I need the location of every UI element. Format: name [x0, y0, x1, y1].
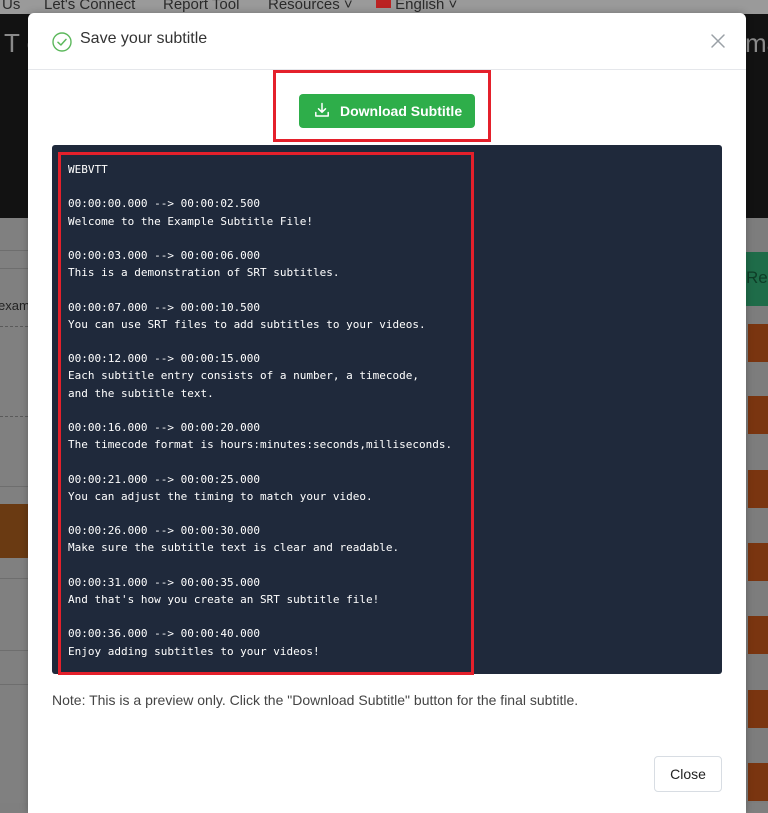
cue-timecode: 00:00:03.000 --> 00:00:06.000	[68, 248, 261, 262]
modal-header: Save your subtitle	[28, 13, 746, 70]
nav-link-lets-connect[interactable]: Let's Connect	[44, 0, 135, 13]
download-subtitle-label: Download Subtitle	[340, 103, 463, 119]
cue-timecode: 00:00:07.000 --> 00:00:10.500	[68, 300, 261, 314]
nav-link-resources[interactable]: Resources ˅	[268, 0, 353, 13]
cue-timecode: 00:00:00.000 --> 00:00:02.500	[68, 197, 261, 211]
cue-text: You can use SRT files to add subtitles t…	[68, 317, 426, 331]
vtt-header: WEBVTT	[68, 163, 108, 176]
video-thumbnail	[748, 616, 768, 654]
download-icon	[315, 102, 329, 117]
cue-timecode: 00:00:16.000 --> 00:00:20.000	[68, 420, 261, 434]
cue-timecode: 00:00:26.000 --> 00:00:30.000	[68, 524, 261, 538]
background-right-column: Re	[746, 218, 768, 803]
cue-timecode: 00:00:21.000 --> 00:00:25.000	[68, 472, 261, 486]
nav-link-us[interactable]: Us	[2, 0, 20, 13]
nav-language-selector[interactable]: English ˅	[376, 0, 457, 13]
cue-text: Enjoy adding subtitles to your videos!	[68, 644, 320, 658]
cue-spacer	[68, 402, 452, 419]
cue-spacer	[68, 453, 452, 470]
cue-spacer	[68, 333, 452, 350]
background-nav: Us Let's Connect Report Tool Resources ˅…	[0, 0, 768, 14]
cue-spacer	[68, 608, 452, 625]
video-thumbnail	[748, 690, 768, 728]
background-green-button: Re	[746, 252, 768, 306]
download-subtitle-button[interactable]: Download Subtitle	[299, 94, 475, 128]
cue-text: And that's how you create an SRT subtitl…	[68, 592, 380, 606]
cue-spacer	[68, 230, 452, 247]
save-subtitle-modal: Save your subtitle Download Subtitle WEB…	[28, 13, 746, 813]
cue-text: You can adjust the timing to match your …	[68, 489, 373, 503]
close-icon[interactable]	[710, 33, 726, 49]
video-thumbnail	[748, 543, 768, 581]
cue-spacer	[68, 281, 452, 298]
background-left-column: exam	[0, 218, 30, 803]
cue-spacer	[68, 505, 452, 522]
cue-timecode: 00:00:31.000 --> 00:00:35.000	[68, 575, 261, 589]
cue-spacer	[68, 557, 452, 574]
video-thumbnail	[748, 396, 768, 434]
background-orange-button	[0, 504, 28, 558]
cue-spacer	[68, 178, 452, 195]
cue-text: and the subtitle text.	[68, 386, 214, 400]
video-thumbnail	[748, 470, 768, 508]
cue-timecode: 00:00:36.000 --> 00:00:40.000	[68, 627, 261, 641]
close-button[interactable]: Close	[654, 756, 722, 792]
left-text-fragment: exam	[0, 298, 30, 313]
modal-title: Save your subtitle	[80, 30, 208, 47]
check-circle-icon	[52, 32, 72, 52]
hero-text-right: ma	[745, 28, 768, 58]
cue-text: This is a demonstration of SRT subtitles…	[68, 266, 340, 280]
us-flag-icon	[376, 0, 391, 8]
cue-text: Welcome to the Example Subtitle File!	[68, 214, 314, 228]
cue-text: The timecode format is hours:minutes:sec…	[68, 438, 453, 452]
cue-text: Make sure the subtitle text is clear and…	[68, 541, 400, 555]
cue-text: Each subtitle entry consists of a number…	[68, 369, 419, 383]
preview-note: Note: This is a preview only. Click the …	[52, 692, 579, 708]
video-thumbnail	[748, 324, 768, 362]
subtitle-preview-text: WEBVTT 00:00:00.000 --> 00:00:02.500 Welc…	[68, 161, 452, 660]
cue-timecode: 00:00:12.000 --> 00:00:15.000	[68, 352, 261, 366]
nav-link-report-tool[interactable]: Report Tool	[163, 0, 239, 13]
video-thumbnail	[748, 763, 768, 801]
